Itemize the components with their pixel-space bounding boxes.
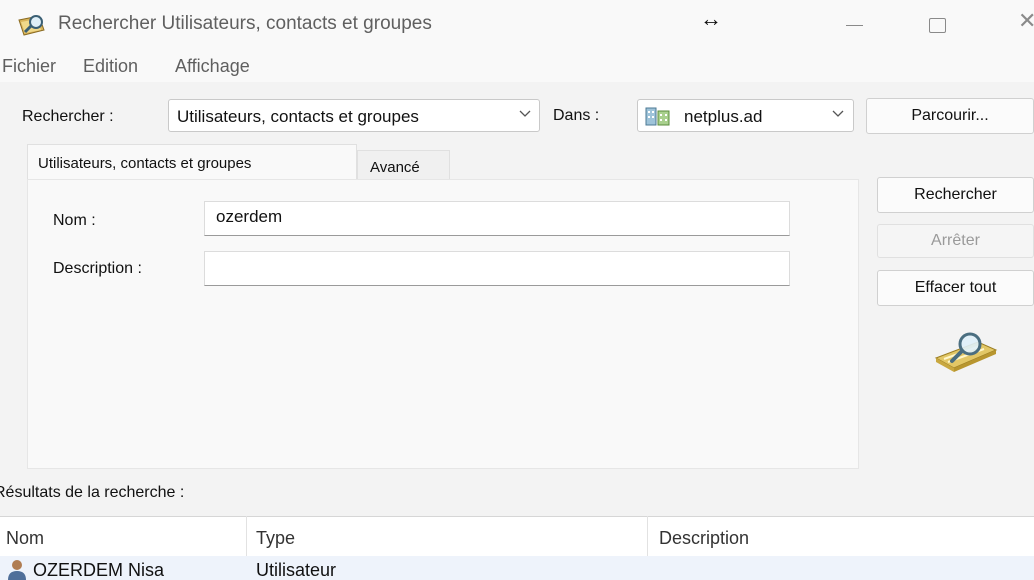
column-header-description[interactable]: Description — [659, 528, 749, 549]
name-field-value: ozerdem — [216, 207, 283, 226]
result-type: Utilisateur — [256, 560, 337, 580]
menu-bar — [0, 50, 1034, 82]
find-combobox-value: Utilisateurs, contacts et groupes — [177, 107, 419, 126]
name-field[interactable]: ozerdem — [204, 201, 790, 236]
description-label: Description : — [53, 260, 142, 277]
column-header-type[interactable]: Type — [256, 528, 295, 549]
magnifier-folder-icon — [934, 332, 998, 372]
resize-cursor-icon: ↔ — [700, 6, 722, 31]
tab-advanced[interactable]: Avancé — [357, 150, 450, 180]
user-icon — [8, 560, 26, 580]
search-directory-icon — [18, 15, 45, 36]
name-label: Nom : — [53, 212, 96, 229]
find-label: Rechercher : — [22, 108, 114, 125]
clear-all-button[interactable]: Effacer tout — [877, 270, 1034, 306]
column-header-name[interactable]: Nom — [6, 528, 44, 549]
results-table-header — [0, 516, 1034, 556]
in-combobox[interactable]: netplus.ad — [637, 99, 854, 132]
description-field[interactable] — [204, 251, 790, 286]
minimize-button[interactable] — [842, 14, 872, 38]
maximize-button[interactable] — [929, 18, 946, 33]
in-combobox-value: netplus.ad — [684, 107, 763, 126]
domain-icon — [645, 107, 670, 126]
window-title: Rechercher Utilisateurs, contacts et gro… — [58, 13, 432, 34]
result-name: OZERDEM Nisa — [33, 560, 165, 580]
chevron-down-icon — [519, 110, 531, 117]
in-label: Dans : — [553, 107, 600, 124]
column-separator[interactable] — [647, 516, 648, 556]
browse-button[interactable]: Parcourir... — [866, 98, 1034, 134]
close-button[interactable]: ✕ — [1018, 8, 1034, 34]
tab-users-contacts-groups[interactable]: Utilisateurs, contacts et groupes — [27, 144, 357, 180]
results-label: Résultats de la recherche : — [0, 484, 185, 501]
find-combobox[interactable]: Utilisateurs, contacts et groupes — [168, 99, 540, 132]
menu-affichage[interactable]: Affichage — [175, 56, 250, 77]
stop-button[interactable]: Arrêter — [877, 224, 1034, 258]
column-separator[interactable] — [246, 516, 247, 556]
chevron-down-icon — [832, 110, 844, 117]
menu-edition[interactable]: Edition — [83, 56, 138, 77]
tab-label: Avancé — [370, 159, 420, 176]
search-button[interactable]: Rechercher — [877, 177, 1034, 213]
tab-label: Utilisateurs, contacts et groupes — [38, 155, 252, 172]
menu-fichier[interactable]: Fichier — [2, 56, 56, 77]
